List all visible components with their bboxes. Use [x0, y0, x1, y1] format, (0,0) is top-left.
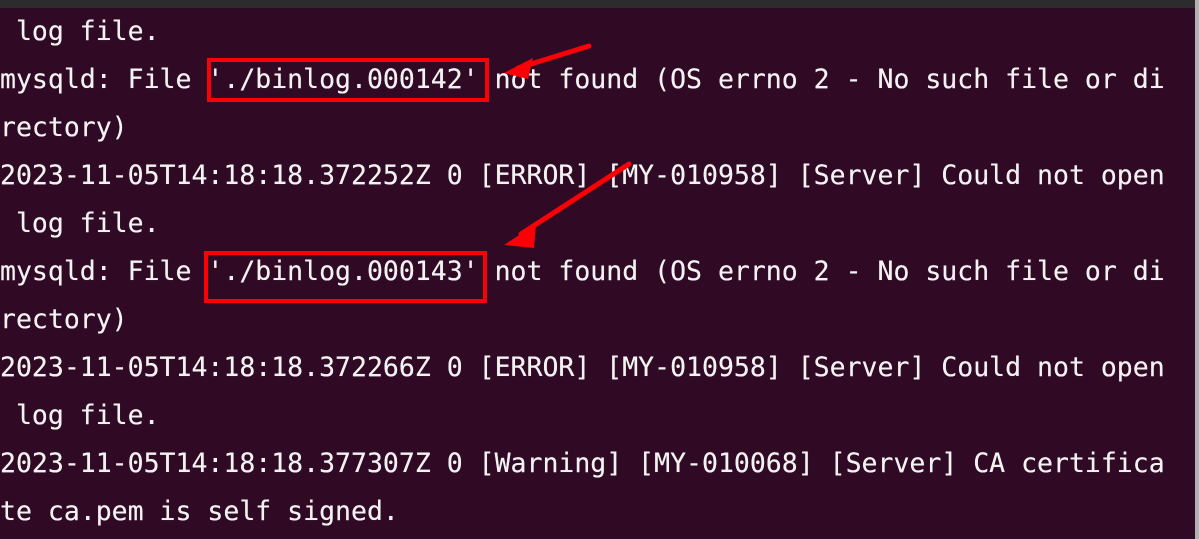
log-line: rectory)	[0, 112, 128, 143]
log-line: 2023-11-05T14:18:18.372266Z 0 [ERROR] [M…	[0, 352, 1165, 383]
log-line: log file.	[0, 208, 160, 239]
window-right-edge	[1195, 0, 1199, 539]
log-line: mysqld: File './binlog.000143' not found…	[0, 256, 1165, 287]
log-line: mysqld: File './binlog.000142' not found…	[0, 64, 1165, 95]
log-line: log file.	[0, 400, 160, 431]
log-line: log file.	[0, 16, 160, 47]
log-line: te ca.pem is self signed.	[0, 496, 399, 527]
terminal-output-area[interactable]: log file. mysqld: File './binlog.000142'…	[0, 8, 1195, 539]
terminal-screenshot: log file. mysqld: File './binlog.000142'…	[0, 0, 1199, 539]
log-line: 2023-11-05T14:18:18.377307Z 0 [Warning] …	[0, 448, 1165, 479]
window-chrome-strip	[0, 0, 1199, 8]
log-line: rectory)	[0, 304, 128, 335]
log-line: 2023-11-05T14:18:18.372252Z 0 [ERROR] [M…	[0, 160, 1165, 191]
